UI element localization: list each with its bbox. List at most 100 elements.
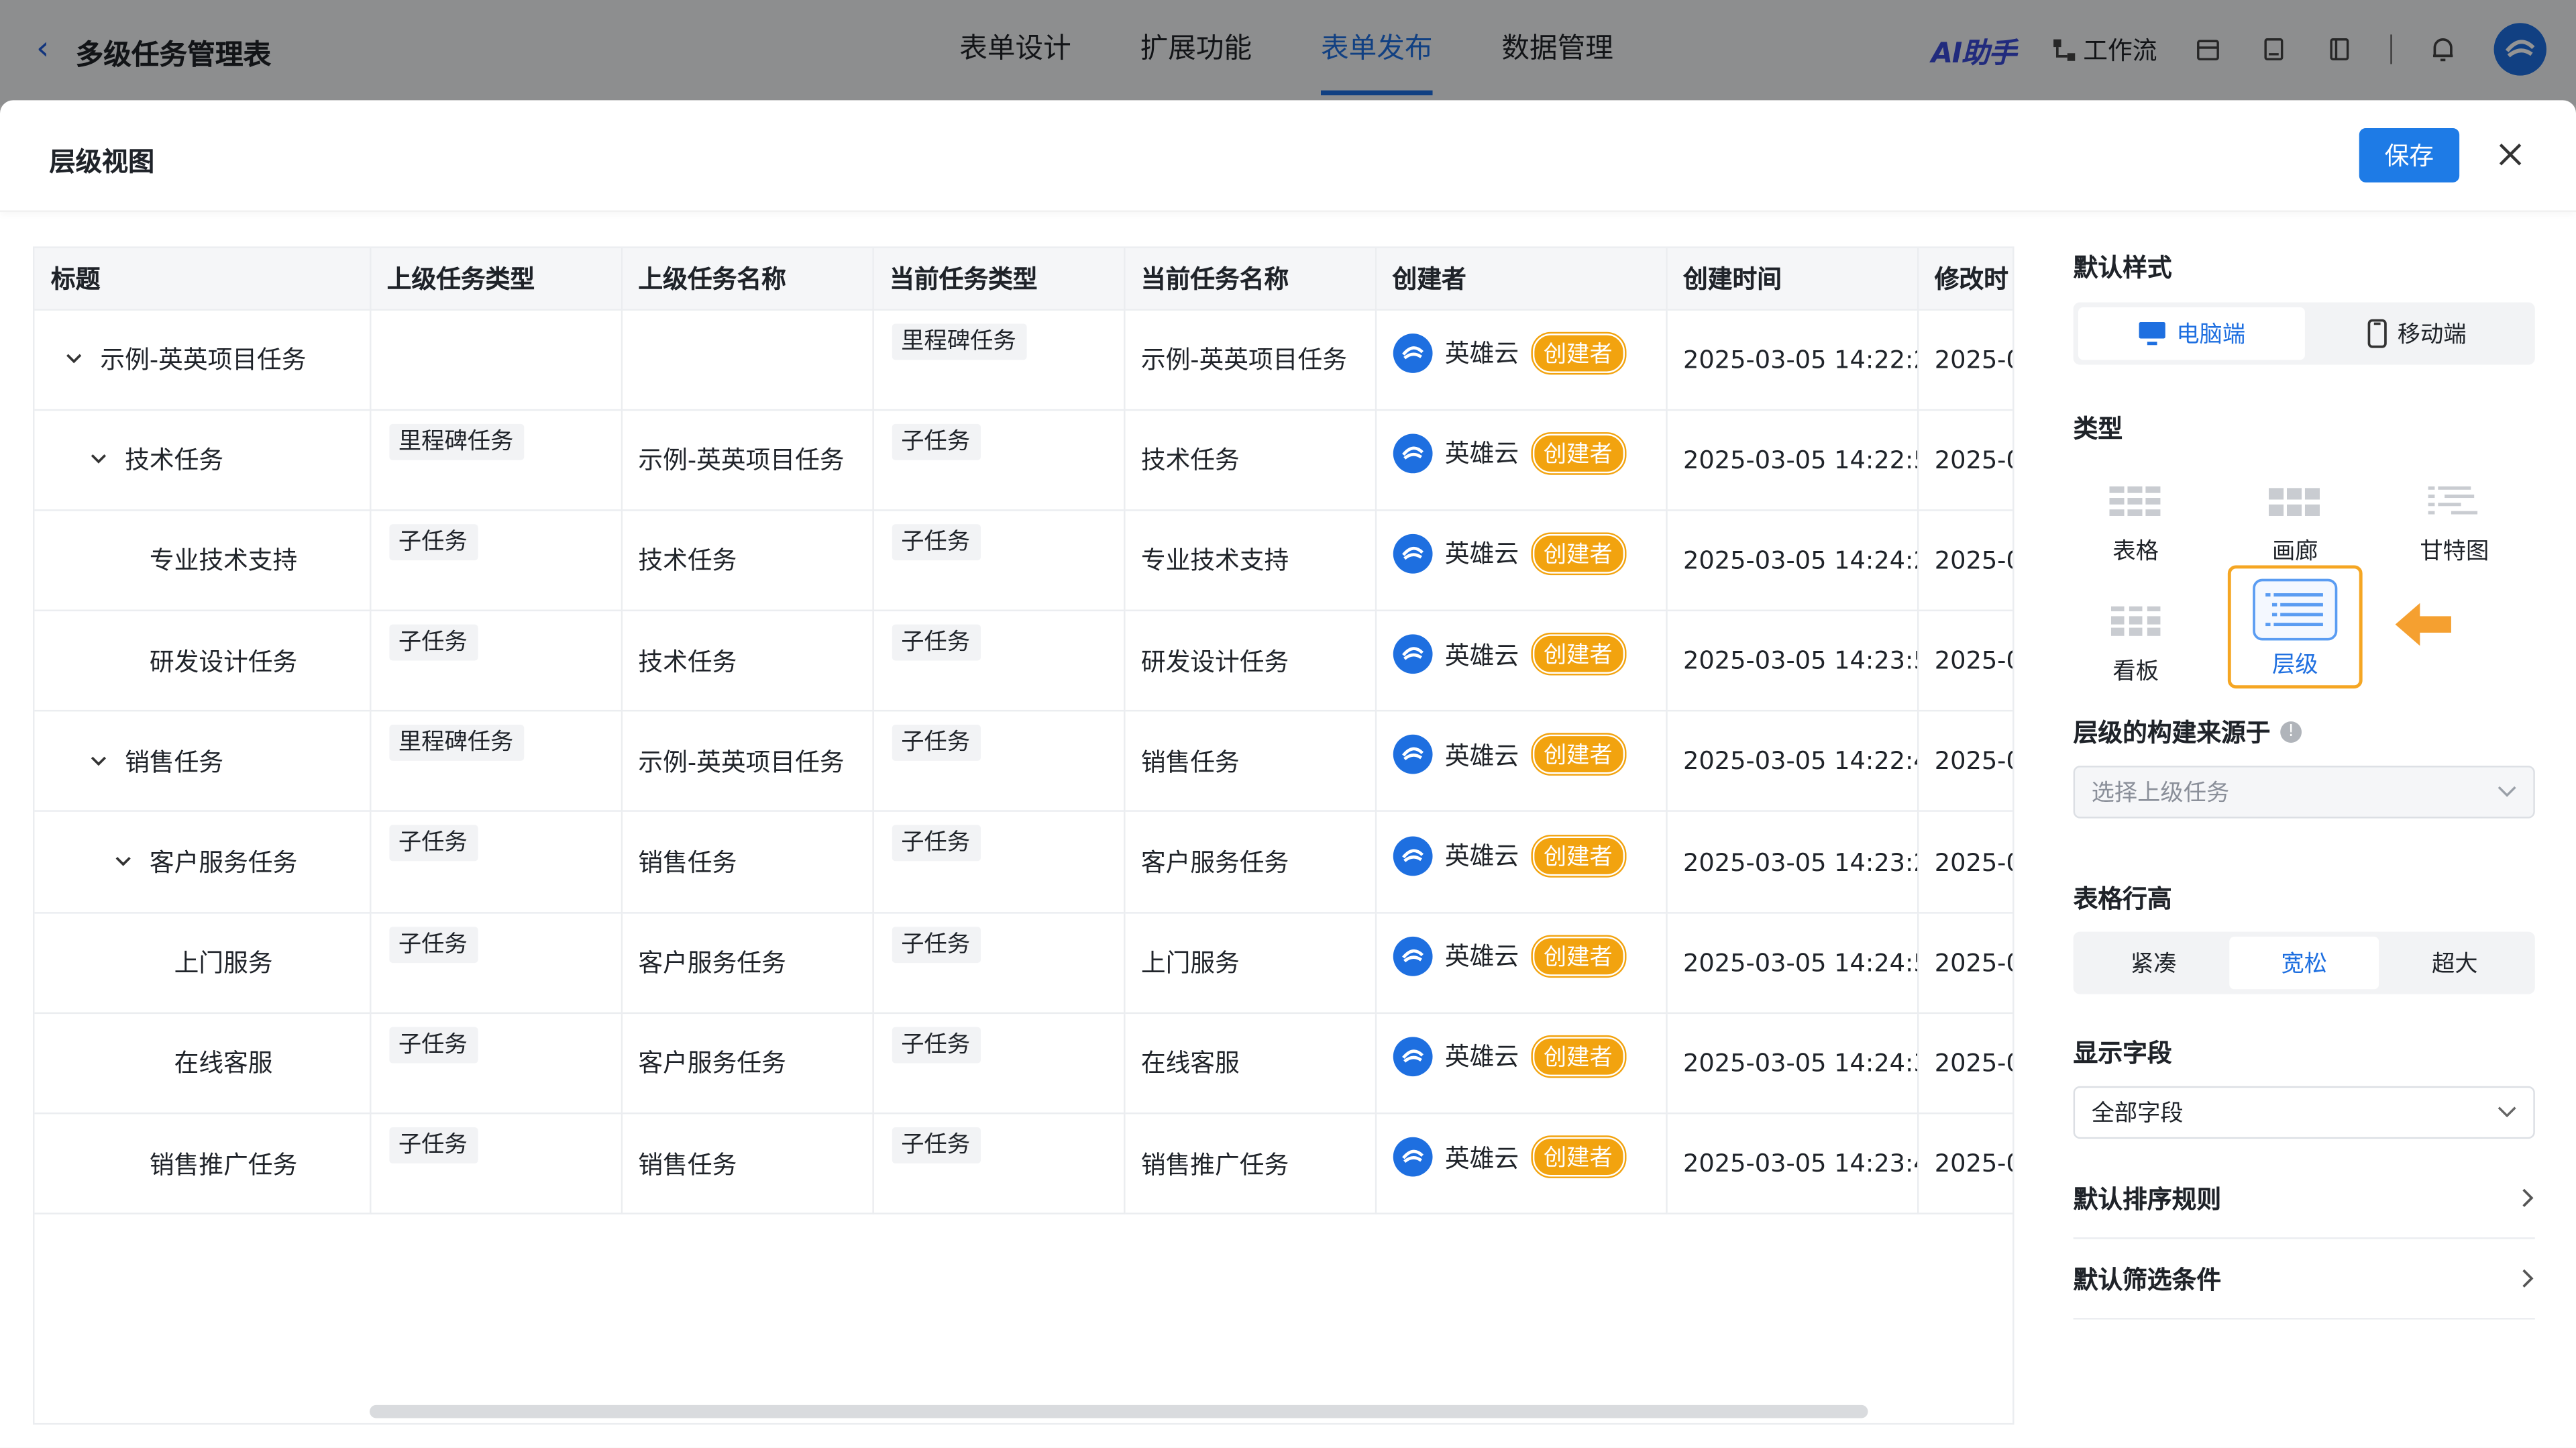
header-created-time[interactable]: 创建时间 <box>1666 248 1919 310</box>
header-modified-time[interactable]: 修改时 <box>1917 248 2013 310</box>
table-row[interactable]: 示例-英英项目任务 里程碑任务 示例-英英项目任务 英雄云 创建者 2025-03-05 … <box>34 309 2013 411</box>
chevron-down-icon[interactable] <box>107 856 140 868</box>
current-name-cell: 研发设计任务 <box>1124 610 1377 713</box>
table-row[interactable]: 客户服务任务 子任务 销售任务 子任务 客户服务任务 英雄云 创建者 2025-03-05 1… <box>34 811 2013 913</box>
display-fields-value: 全部字段 <box>2091 1100 2184 1128</box>
title-cell: 销售推广任务 <box>34 1113 371 1215</box>
current-name-cell: 示例-英英项目任务 <box>1124 309 1377 411</box>
mobile-icon <box>2368 319 2387 348</box>
parent-type-cell: 里程碑任务 <box>370 409 622 511</box>
row-height-large[interactable]: 超大 <box>2379 937 2530 989</box>
table-row[interactable]: 专业技术支持 子任务 技术任务 子任务 专业技术支持 英雄云 创建者 2025-03-05 1… <box>34 510 2013 612</box>
table-row[interactable]: 研发设计任务 子任务 技术任务 子任务 研发设计任务 英雄云 创建者 2025-03-05 1… <box>34 610 2013 713</box>
header-current-name[interactable]: 当前任务名称 <box>1124 248 1377 310</box>
chevron-down-icon[interactable] <box>82 756 115 767</box>
creator-name: 英雄云 <box>1444 1143 1519 1173</box>
table-row[interactable]: 技术任务 里程碑任务 示例-英英项目任务 子任务 技术任务 英雄云 创建者 2025-03-0… <box>34 409 2013 511</box>
header-current-type[interactable]: 当前任务类型 <box>872 248 1125 310</box>
current-name-cell: 在线客服 <box>1124 1013 1377 1115</box>
header-creator[interactable]: 创建者 <box>1375 248 1667 310</box>
table-row[interactable]: 上门服务 子任务 客户服务任务 子任务 上门服务 英雄云 创建者 2025-03-05 14:… <box>34 912 2013 1014</box>
title-cell: 研发设计任务 <box>34 610 371 713</box>
created-time: 2025-03-05 14:24:22 <box>1683 545 1916 576</box>
table-row[interactable]: 销售任务 里程碑任务 示例-英英项目任务 子任务 销售任务 英雄云 创建者 2025-03-0… <box>34 711 2013 813</box>
creator-avatar <box>1392 333 1432 372</box>
type-hierarchy-option[interactable]: 层级 <box>2227 565 2363 689</box>
type-kanban-option[interactable]: 看板 <box>2068 588 2203 710</box>
row-title: 客户服务任务 <box>149 847 298 878</box>
parent-name: 销售任务 <box>638 1149 737 1180</box>
view-type-grid: 表格 画廊 甘特图 看板 层级 <box>2074 468 2535 715</box>
row-height-compact[interactable]: 紧凑 <box>2078 937 2229 989</box>
header-parent-type[interactable]: 上级任务类型 <box>370 248 622 310</box>
type-title: 类型 <box>2073 414 2123 444</box>
chevron-down-icon <box>2498 1106 2516 1118</box>
modal-title: 层级视图 <box>49 146 155 178</box>
modified-time-cell: 2025-03 <box>1917 309 2013 411</box>
device-desktop-option[interactable]: 电脑端 <box>2078 307 2304 360</box>
title-cell: 销售任务 <box>34 711 371 813</box>
table-row[interactable]: 销售推广任务 子任务 销售任务 子任务 销售推广任务 英雄云 创建者 2025-03-05 1… <box>34 1113 2013 1215</box>
type-gantt-option[interactable]: 甘特图 <box>2387 468 2522 590</box>
parent-name-cell <box>621 309 873 411</box>
current-name: 上门服务 <box>1140 948 1240 978</box>
modified-time: 2025-03 <box>1934 344 2012 374</box>
creator-avatar <box>1392 1037 1432 1076</box>
current-type-tag: 子任务 <box>891 1127 980 1163</box>
chevron-down-icon[interactable] <box>58 354 91 365</box>
hierarchy-source-select[interactable]: 选择上级任务 <box>2073 766 2535 819</box>
current-name-cell: 专业技术支持 <box>1124 510 1377 612</box>
creator-cell: 英雄云 创建者 <box>1375 1013 1667 1115</box>
parent-type-tag: 子任务 <box>388 825 478 862</box>
parent-name-cell: 客户服务任务 <box>621 912 873 1014</box>
table-view-icon <box>2109 486 2161 516</box>
device-mobile-option[interactable]: 移动端 <box>2304 307 2530 360</box>
horizontal-scrollbar[interactable] <box>370 1404 1868 1418</box>
type-table-option[interactable]: 表格 <box>2068 468 2203 590</box>
default-sort-rule-row[interactable]: 默认排序规则 <box>2073 1159 2535 1239</box>
creator-name: 英雄云 <box>1444 439 1519 469</box>
default-filter-label: 默认筛选条件 <box>2073 1264 2222 1294</box>
creator-name: 英雄云 <box>1444 338 1519 368</box>
title-cell: 上门服务 <box>34 912 371 1014</box>
creator-cell: 英雄云 创建者 <box>1375 409 1667 511</box>
created-time: 2025-03-05 14:22:40 <box>1683 746 1916 776</box>
table-row[interactable]: 在线客服 子任务 客户服务任务 子任务 在线客服 英雄云 创建者 2025-03-05 14:… <box>34 1013 2013 1115</box>
current-name: 研发设计任务 <box>1140 647 1289 677</box>
kanban-view-icon <box>2110 606 2161 636</box>
title-cell: 专业技术支持 <box>34 510 371 612</box>
title-cell: 示例-英英项目任务 <box>34 309 371 411</box>
modified-time-cell: 2025-03 <box>1917 1113 2013 1215</box>
row-title: 研发设计任务 <box>149 647 298 677</box>
current-type-cell: 子任务 <box>872 912 1125 1014</box>
row-height-loose[interactable]: 宽松 <box>2229 936 2379 990</box>
header-title[interactable]: 标题 <box>34 248 371 310</box>
row-title: 在线客服 <box>174 1049 273 1079</box>
row-title: 技术任务 <box>125 446 224 476</box>
modified-time-cell: 2025-03 <box>1917 409 2013 511</box>
display-fields-select[interactable]: 全部字段 <box>2073 1086 2535 1139</box>
header-parent-name[interactable]: 上级任务名称 <box>621 248 873 310</box>
parent-name: 技术任务 <box>638 647 737 677</box>
parent-type-cell <box>370 309 622 411</box>
creator-avatar <box>1392 533 1432 574</box>
type-hierarchy-label: 层级 <box>2271 652 2318 679</box>
creator-cell: 英雄云 创建者 <box>1375 610 1667 713</box>
creator-badge: 创建者 <box>1532 533 1624 574</box>
creator-avatar <box>1392 1137 1432 1177</box>
creator-cell: 英雄云 创建者 <box>1375 711 1667 813</box>
creator-name: 英雄云 <box>1444 941 1519 972</box>
parent-type-tag: 子任务 <box>388 624 478 661</box>
parent-type-tag: 里程碑任务 <box>388 423 524 460</box>
info-icon[interactable]: ! <box>2280 721 2302 743</box>
created-time-cell: 2025-03-05 14:23:40 <box>1666 1113 1919 1215</box>
modified-time: 2025-03 <box>1934 746 2012 776</box>
current-name-cell: 销售推广任务 <box>1124 1113 1377 1215</box>
gantt-view-icon <box>2428 486 2478 515</box>
title-cell: 客户服务任务 <box>34 811 371 913</box>
parent-name-cell: 销售任务 <box>621 811 873 913</box>
chevron-down-icon[interactable] <box>82 454 115 466</box>
default-filter-row[interactable]: 默认筛选条件 <box>2073 1239 2535 1320</box>
creator-name: 英雄云 <box>1444 841 1519 872</box>
row-title: 专业技术支持 <box>149 546 298 576</box>
